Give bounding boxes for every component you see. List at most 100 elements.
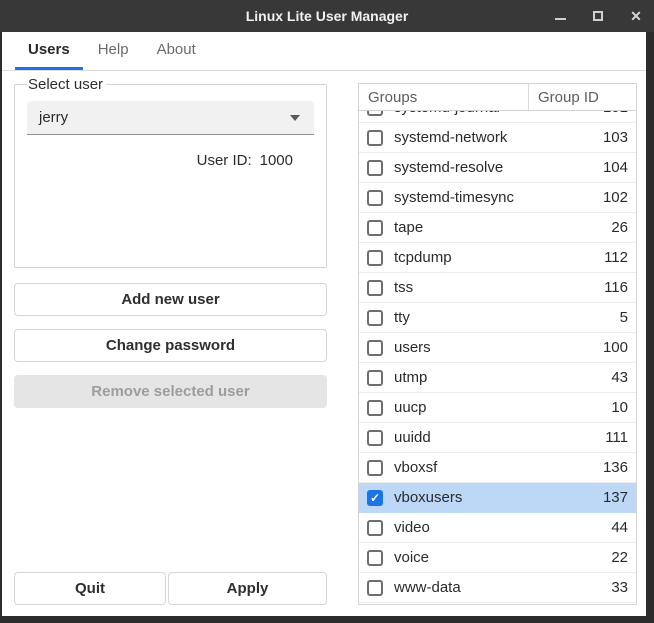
user-dropdown[interactable]: jerry: [27, 101, 314, 135]
window-title: Linux Lite User Manager: [246, 8, 409, 24]
tab-about[interactable]: About: [144, 32, 209, 70]
column-header-groups[interactable]: Groups: [359, 84, 529, 110]
group-name: tcpdump: [394, 249, 604, 266]
group-id: 102: [603, 189, 628, 206]
table-row[interactable]: users 100: [359, 333, 636, 363]
add-new-user-button[interactable]: Add new user: [14, 283, 327, 316]
group-name: uuidd: [394, 429, 605, 446]
select-user-label: Select user: [27, 76, 106, 93]
group-checkbox[interactable]: [367, 340, 383, 356]
table-row[interactable]: uuidd 111: [359, 423, 636, 453]
table-row[interactable]: ✓ vboxusers 137: [359, 483, 636, 513]
group-name: systemd-journal: [394, 111, 603, 116]
group-name: uucp: [394, 399, 611, 416]
group-id: 103: [603, 129, 628, 146]
user-id-value: 1000: [260, 152, 293, 169]
group-id: 43: [611, 369, 628, 386]
user-id-label: User ID:: [197, 152, 252, 169]
maximize-button[interactable]: [590, 8, 606, 24]
group-name: vboxusers: [394, 489, 603, 506]
group-id: 137: [603, 489, 628, 506]
group-id: 44: [611, 519, 628, 536]
groups-table: Groups Group ID systemd-journal 101 syst…: [358, 83, 637, 605]
tab-help[interactable]: Help: [85, 32, 142, 70]
group-name: voice: [394, 549, 611, 566]
group-name: users: [394, 339, 603, 356]
table-row[interactable]: vboxsf 136: [359, 453, 636, 483]
select-user-groupbox: Select user jerry User ID: 1000: [14, 76, 327, 268]
table-row[interactable]: utmp 43: [359, 363, 636, 393]
group-checkbox[interactable]: [367, 520, 383, 536]
table-row[interactable]: tcpdump 112: [359, 243, 636, 273]
group-checkbox[interactable]: [367, 130, 383, 146]
table-row[interactable]: systemd-network 103: [359, 123, 636, 153]
change-password-button[interactable]: Change password: [14, 329, 327, 362]
table-row[interactable]: tape 26: [359, 213, 636, 243]
group-id: 116: [604, 279, 628, 296]
group-name: vboxsf: [394, 459, 603, 476]
table-row[interactable]: systemd-journal 101: [359, 111, 636, 123]
close-icon: ✕: [630, 9, 642, 23]
group-checkbox[interactable]: [367, 310, 383, 326]
apply-button[interactable]: Apply: [168, 572, 327, 605]
maximize-icon: [593, 11, 603, 21]
table-row[interactable]: tss 116: [359, 273, 636, 303]
table-row[interactable]: tty 5: [359, 303, 636, 333]
group-checkbox[interactable]: [367, 190, 383, 206]
groups-rows: systemd-journal 101 systemd-network 103 …: [359, 111, 636, 604]
group-name: tss: [394, 279, 604, 296]
close-button[interactable]: ✕: [628, 8, 644, 24]
group-id: 26: [611, 219, 628, 236]
group-checkbox[interactable]: [367, 111, 383, 116]
group-name: video: [394, 519, 611, 536]
group-name: systemd-resolve: [394, 159, 603, 176]
table-row[interactable]: video 44: [359, 513, 636, 543]
group-checkbox[interactable]: [367, 250, 383, 266]
group-checkbox[interactable]: [367, 370, 383, 386]
table-row[interactable]: uucp 10: [359, 393, 636, 423]
group-checkbox[interactable]: [367, 460, 383, 476]
group-checkbox[interactable]: [367, 160, 383, 176]
tab-about-label: About: [157, 41, 196, 58]
table-row[interactable]: systemd-resolve 104: [359, 153, 636, 183]
group-id: 100: [603, 339, 628, 356]
table-row[interactable]: www-data 33: [359, 573, 636, 603]
group-name: www-data: [394, 579, 611, 596]
group-name: systemd-timesync: [394, 189, 603, 206]
group-checkbox[interactable]: [367, 280, 383, 296]
group-id: 22: [611, 549, 628, 566]
chevron-down-icon: [290, 115, 300, 121]
group-checkbox[interactable]: ✓: [367, 490, 383, 506]
group-id: 104: [603, 159, 628, 176]
group-checkbox[interactable]: [367, 550, 383, 566]
group-checkbox[interactable]: [367, 430, 383, 446]
table-row[interactable]: systemd-timesync 102: [359, 183, 636, 213]
group-id: 10: [611, 399, 628, 416]
app-window: Linux Lite User Manager ✕ Users Help Abo…: [0, 0, 654, 623]
group-id: 33: [611, 579, 628, 596]
group-checkbox[interactable]: [367, 580, 383, 596]
groups-table-header: Groups Group ID: [359, 84, 636, 111]
titlebar[interactable]: Linux Lite User Manager ✕: [0, 0, 654, 32]
group-id: 136: [603, 459, 628, 476]
remove-selected-user-button[interactable]: Remove selected user: [14, 375, 327, 408]
group-id: 101: [603, 111, 628, 116]
group-id: 112: [604, 249, 628, 266]
group-checkbox[interactable]: [367, 400, 383, 416]
group-name: tape: [394, 219, 611, 236]
user-id-line: User ID: 1000: [27, 152, 314, 169]
group-id: 111: [605, 429, 628, 446]
quit-button[interactable]: Quit: [14, 572, 166, 605]
content-area: Users Help About Select user jerry User …: [2, 32, 646, 616]
table-row[interactable]: voice 22: [359, 543, 636, 573]
group-id: 5: [620, 309, 628, 326]
tab-help-label: Help: [98, 41, 129, 58]
minimize-button[interactable]: [552, 8, 568, 24]
group-checkbox[interactable]: [367, 220, 383, 236]
column-header-group-id[interactable]: Group ID: [529, 84, 636, 110]
window-controls: ✕: [552, 0, 644, 32]
group-name: utmp: [394, 369, 611, 386]
tab-users[interactable]: Users: [15, 32, 83, 70]
group-name: systemd-network: [394, 129, 603, 146]
group-name: tty: [394, 309, 620, 326]
